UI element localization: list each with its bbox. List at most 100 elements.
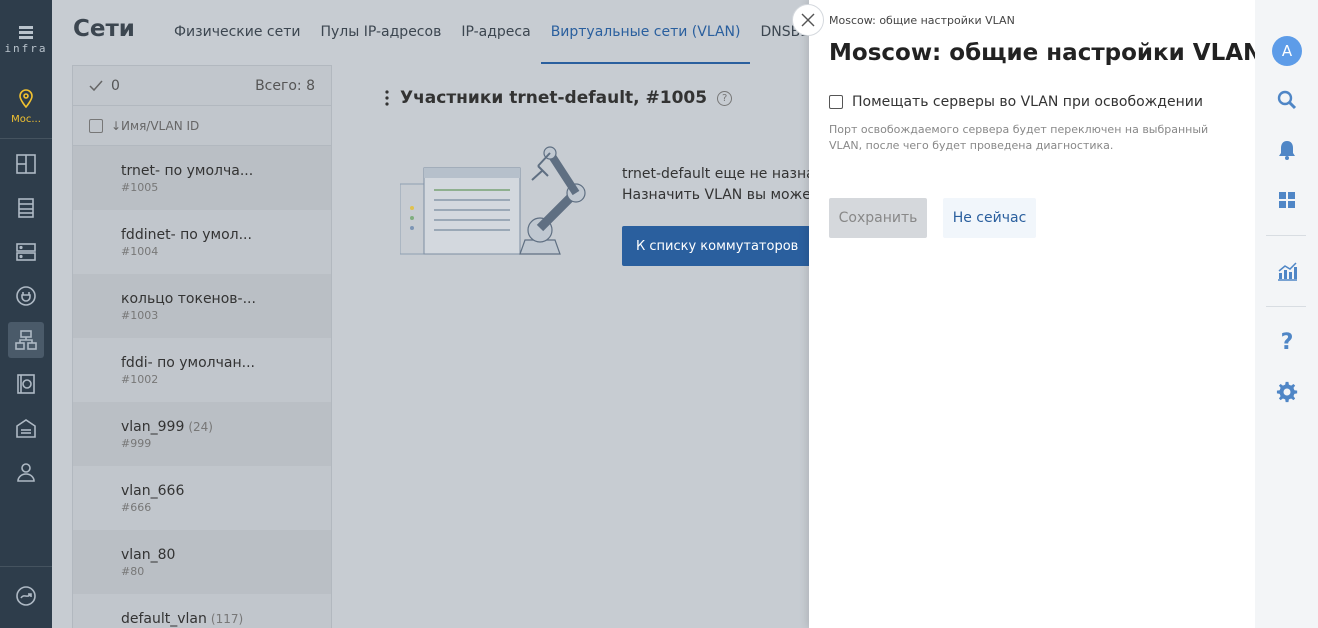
nav-datacenter[interactable] [8,410,44,446]
help-button[interactable]: ? [1274,329,1300,355]
app-logo[interactable]: infra [0,26,52,55]
detail-title: Участники trnet-default, #1005 ? [384,88,733,108]
expand-icon [16,586,36,606]
server-rack-icon [18,198,34,218]
nav-dashboard[interactable] [8,146,44,182]
save-button[interactable]: Сохранить [829,198,927,238]
search-icon [1277,90,1297,110]
collapse-sidebar-button[interactable] [8,578,44,614]
divider [1266,306,1306,307]
nav-networks[interactable] [8,322,44,358]
tab-bar: Физические сети Пулы IP-адресов IP-адрес… [164,0,809,64]
vlan-id: #666 [121,501,152,514]
nav-racks[interactable] [8,190,44,226]
vlan-settings-drawer: Moscow: общие настройки VLAN Moscow: общ… [809,0,1262,628]
gear-icon [1276,381,1298,403]
vlan-name: кольцо токенов-... [121,291,256,307]
robot-arm-illustration [400,146,586,255]
plug-icon [16,286,36,306]
list-item[interactable]: trnet- по умолча... #1005 [73,146,331,210]
nav-users[interactable] [8,454,44,490]
empty-state-line-1: trnet-default еще не назначе [622,166,809,182]
logo-text: infra [4,42,48,55]
map-pin-icon [19,89,33,109]
location-selector[interactable]: Moc... [0,88,52,125]
storage-icon [17,374,35,394]
vlan-id: #1004 [121,245,159,258]
release-vlan-option[interactable]: Помещать серверы во VLAN при освобождени… [829,94,1203,110]
vlan-count: (24) [188,420,213,434]
vlan-list: 0 Всего: 8 ↓Имя/VLAN ID trnet- по умолча… [72,65,332,628]
tab-physical-networks[interactable]: Физические сети [164,0,310,64]
close-icon [801,13,815,27]
release-vlan-label[interactable]: Помещать серверы во VLAN при освобождени… [852,94,1203,110]
main-content: Сети Физические сети Пулы IP-адресов IP-… [52,0,809,628]
vlan-name: fddinet- по умол... [121,227,252,243]
list-item[interactable]: vlan_999 (24) #999 [73,402,331,466]
vlan-count: (117) [210,612,244,626]
tab-ip-addresses[interactable]: IP-адреса [451,0,540,64]
right-toolbar: A ? [1255,0,1318,628]
vlan-name: vlan_999 [121,419,185,435]
list-item[interactable]: fddi- по умолчан... #1002 [73,338,331,402]
divider [1266,235,1306,236]
check-icon [89,80,103,91]
vlan-id: #1002 [121,373,159,386]
vlan-id: #999 [121,437,152,450]
selected-count: 0 [111,77,120,94]
drawer-title: Moscow: общие настройки VLAN [829,40,1263,66]
chart-icon [1278,262,1297,281]
statistics-button[interactable] [1274,258,1300,284]
column-name-label[interactable]: ↓Имя/VLAN ID [111,119,199,133]
dashboard-icon [16,154,36,174]
bell-icon [1279,141,1295,160]
list-item[interactable]: fddinet- по умол... #1004 [73,210,331,274]
list-toolbar: 0 Всего: 8 [73,66,331,106]
nav-power[interactable] [8,278,44,314]
nav-servers[interactable] [8,234,44,270]
switches-list-button[interactable]: К списку коммутаторов [622,226,809,266]
warehouse-icon [16,419,36,438]
list-item[interactable]: default_vlan (117) [73,594,331,628]
divider [0,138,52,139]
vlan-name: trnet- по умолча... [121,163,254,179]
apps-grid-icon [1279,192,1295,208]
release-vlan-hint: Порт освобождаемого сервера будет перекл… [829,123,1209,152]
tab-vlan[interactable]: Виртуальные сети (VLAN) [540,0,751,64]
notifications-button[interactable] [1274,137,1300,163]
total-count: Всего: 8 [255,77,315,94]
left-sidebar: infra Moc... [0,0,52,628]
list-item[interactable]: кольцо токенов-... #1003 [73,274,331,338]
select-all-checkbox[interactable] [89,118,103,133]
breadcrumb: Moscow: общие настройки VLAN [829,14,1015,27]
tab-ip-pools[interactable]: Пулы IP-адресов [310,0,451,64]
detail-title-text: Участники trnet-default, #1005 [400,88,708,108]
vlan-id: #1005 [121,181,159,194]
help-icon: ? [1280,329,1294,355]
location-label: Moc... [11,114,41,125]
vlan-name: vlan_80 [121,547,176,563]
nav-storage[interactable] [8,366,44,402]
help-icon[interactable]: ? [717,90,733,106]
vlan-id: #1003 [121,309,159,322]
list-item[interactable]: vlan_666 #666 [73,466,331,530]
vlan-name: vlan_666 [121,483,185,499]
vlan-name: default_vlan [121,611,207,627]
divider [0,566,52,567]
network-icon [15,330,37,350]
settings-button[interactable] [1274,379,1300,405]
empty-state-line-2: Назначить VLAN вы можете [622,187,809,203]
page-title: Сети [73,16,135,42]
close-drawer-button[interactable] [792,4,824,36]
release-vlan-checkbox[interactable] [829,95,843,109]
not-now-button[interactable]: Не сейчас [943,198,1036,238]
empty-state-text: trnet-default еще не назначе Назначить V… [622,164,809,206]
apps-button[interactable] [1274,187,1300,213]
vlan-name: fddi- по умолчан... [121,355,255,371]
more-vertical-icon[interactable] [384,89,390,107]
list-item[interactable]: vlan_80 #80 [73,530,331,594]
search-button[interactable] [1274,87,1300,113]
avatar[interactable]: A [1272,36,1302,66]
column-header: ↓Имя/VLAN ID [73,106,331,146]
servers-icon [16,243,36,261]
